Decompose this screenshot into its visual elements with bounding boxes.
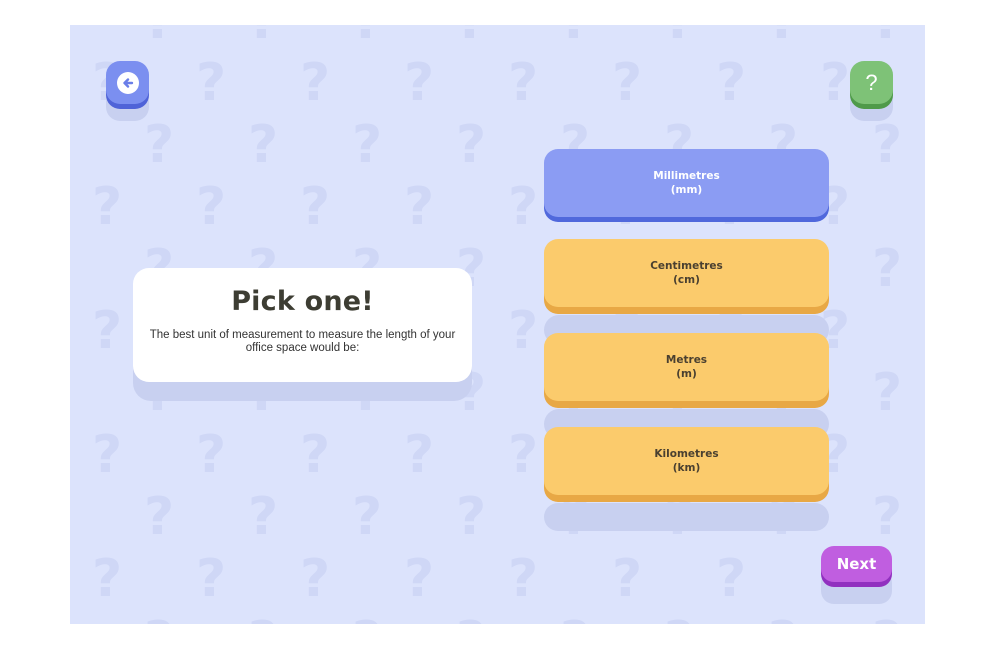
background-question-mark-icon: ? [248,25,278,47]
back-button[interactable] [106,61,149,104]
background-question-mark-icon: ? [872,119,902,171]
background-question-mark-icon: ? [92,305,122,357]
background-question-mark-icon: ? [560,25,590,47]
background-question-mark-icon: ? [664,615,694,624]
background-question-mark-icon: ? [456,119,486,171]
background-question-mark-icon: ? [248,119,278,171]
background-question-mark-icon: ? [508,553,538,605]
option-millimetres[interactable]: Millimetres (mm) [544,149,829,217]
background-question-mark-icon: ? [196,57,226,109]
background-question-mark-icon: ? [456,25,486,47]
background-question-mark-icon: ? [872,615,902,624]
background-question-mark-icon: ? [144,119,174,171]
background-question-mark-icon: ? [872,367,902,419]
option-shadow [544,503,829,531]
background-question-mark-icon: ? [92,553,122,605]
background-question-mark-icon: ? [92,181,122,233]
background-question-mark-icon: ? [924,553,925,605]
background-question-mark-icon: ? [508,181,538,233]
background-question-mark-icon: ? [872,25,902,47]
background-question-mark-icon: ? [300,429,330,481]
question-title: Pick one! [231,286,374,317]
background-question-mark-icon: ? [144,615,174,624]
background-question-mark-icon: ? [196,429,226,481]
back-arrow-icon [116,71,139,94]
background-question-mark-icon: ? [404,553,434,605]
background-question-mark-icon: ? [716,57,746,109]
option-metres[interactable]: Metres (m) [544,333,829,401]
help-button[interactable]: ? [850,61,893,104]
background-question-mark-icon: ? [508,305,538,357]
background-question-mark-icon: ? [352,25,382,47]
background-question-mark-icon: ? [560,615,590,624]
background-question-mark-icon: ? [300,181,330,233]
question-card: Pick one! The best unit of measurement t… [133,268,472,382]
background-question-mark-icon: ? [144,491,174,543]
background-question-mark-icon: ? [92,429,122,481]
background-question-mark-icon: ? [404,429,434,481]
background-question-mark-icon: ? [352,119,382,171]
background-question-mark-icon: ? [768,25,798,47]
background-question-mark-icon: ? [248,615,278,624]
background-question-mark-icon: ? [924,181,925,233]
background-question-mark-icon: ? [456,615,486,624]
background-question-mark-icon: ? [404,181,434,233]
background-question-mark-icon: ? [196,553,226,605]
background-question-mark-icon: ? [300,57,330,109]
game-stage: ????????????????????????????????????????… [70,25,925,624]
background-question-mark-icon: ? [924,305,925,357]
background-question-mark-icon: ? [456,491,486,543]
question-mark-icon: ? [865,69,878,95]
next-button[interactable]: Next [821,546,892,582]
background-question-mark-icon: ? [300,553,330,605]
background-question-mark-icon: ? [508,429,538,481]
background-question-mark-icon: ? [716,553,746,605]
background-question-mark-icon: ? [144,25,174,47]
background-question-mark-icon: ? [404,57,434,109]
background-question-mark-icon: ? [820,57,850,109]
background-question-mark-icon: ? [664,25,694,47]
background-question-mark-icon: ? [508,57,538,109]
option-kilometres[interactable]: Kilometres (km) [544,427,829,495]
background-question-mark-icon: ? [612,57,642,109]
background-question-mark-icon: ? [248,491,278,543]
background-question-mark-icon: ? [352,491,382,543]
background-question-mark-icon: ? [196,181,226,233]
question-text: The best unit of measurement to measure … [149,329,456,354]
background-question-mark-icon: ? [872,491,902,543]
background-question-mark-icon: ? [768,615,798,624]
background-question-mark-icon: ? [612,553,642,605]
background-question-mark-icon: ? [924,429,925,481]
background-question-mark-icon: ? [924,57,925,109]
background-question-mark-icon: ? [352,615,382,624]
background-question-mark-icon: ? [872,243,902,295]
option-centimetres[interactable]: Centimetres (cm) [544,239,829,307]
